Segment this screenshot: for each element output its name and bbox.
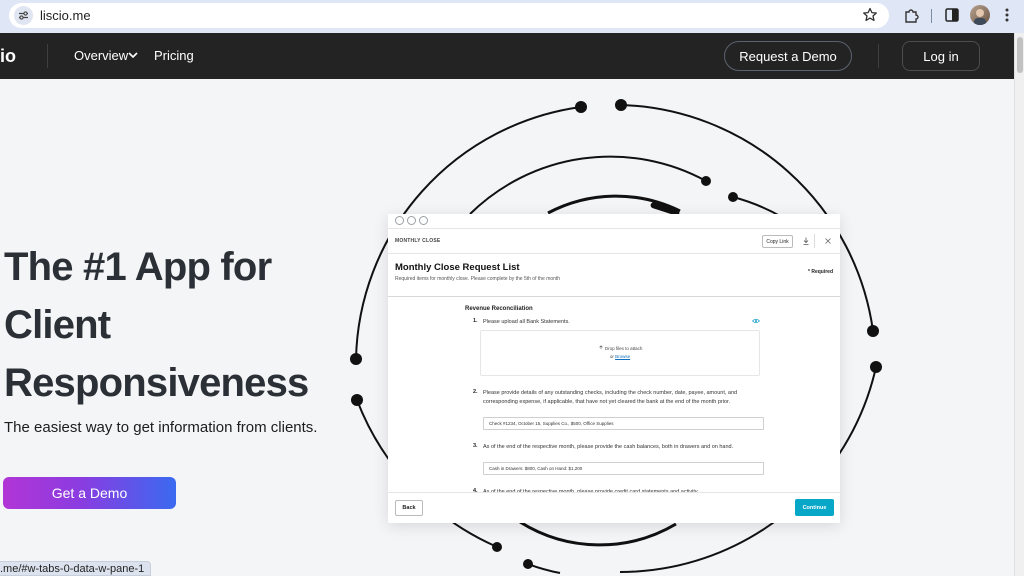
chevron-down-icon[interactable] [128,51,138,59]
hero-title-line: Client [4,303,111,347]
profile-avatar[interactable] [970,5,990,25]
outstanding-checks-field[interactable]: Check #1234, October 15, Supplies Co., $… [483,417,764,430]
hero-title-line: The #1 App for [4,245,272,289]
orbit-ring-inner [519,520,677,547]
browse-link[interactable]: Browse [615,354,630,359]
mockup-footer: Back Continue [388,492,840,523]
orbit-node [870,361,882,373]
mockup-divider [388,253,840,254]
mockup-divider [814,234,815,248]
side-panel-icon[interactable] [943,6,961,24]
site-navbar: io Overview Pricing Request a Demo Log i… [0,33,1014,79]
nav-divider [878,44,879,68]
get-demo-button[interactable]: Get a Demo [3,477,176,509]
browser-toolbar: liscio.me [0,0,1024,33]
copy-link-button[interactable]: Copy Link [762,235,793,248]
url-text[interactable]: liscio.me [40,8,91,23]
question-number: 2. [473,389,478,395]
mockup-divider [388,228,840,229]
request-list-description: Required items for monthly close. Please… [395,276,561,282]
cash-balances-field[interactable]: Cash in Drawers: $800, Cash on Hand: $1,… [483,462,764,475]
question-text: Please upload all Bank Statements. [483,319,570,325]
toolbar-divider [931,9,932,23]
mockup-divider [388,296,840,297]
orbit-node [728,192,738,202]
orbit-node [351,394,363,406]
close-icon[interactable] [823,236,833,246]
eye-icon[interactable] [752,318,760,324]
orbit-node [575,101,587,113]
login-button[interactable]: Log in [902,41,980,71]
dropzone-or: or [609,354,614,359]
download-icon[interactable] [801,236,811,246]
nav-divider [47,44,48,68]
orbit-node [701,176,711,186]
page-scrollbar[interactable] [1014,33,1024,576]
orbit-node [867,325,879,337]
orbit-node [350,353,362,365]
menu-kebab-icon[interactable] [998,6,1016,24]
upload-icon [598,345,603,349]
window-dot-icon [419,216,428,225]
file-dropzone[interactable]: Drop files to attach or Browse [480,330,760,376]
request-list-mockup: MONTHLY CLOSE Copy Link Monthly Close Re… [388,214,840,523]
orbit-node [615,99,627,111]
required-note: * Required [808,269,834,275]
scrollbar-thumb[interactable] [1017,37,1023,73]
window-controls [395,216,428,225]
window-dot-icon [407,216,416,225]
hero-title: The #1 App for Client Responsiveness [4,238,309,412]
mockup-header-label: MONTHLY CLOSE [395,238,441,244]
extensions-icon[interactable] [902,6,920,24]
mockup-divider [388,492,840,493]
site-logo[interactable]: io [0,46,16,67]
nav-pricing[interactable]: Pricing [154,48,194,63]
dropzone-hint: Drop files to attach [481,345,759,351]
back-button[interactable]: Back [395,500,423,516]
dropzone-text: Drop files to attach [604,346,643,351]
hero-title-line: Responsiveness [4,361,309,405]
hero-subtitle: The easiest way to get information from … [4,419,318,436]
request-demo-button[interactable]: Request a Demo [724,41,852,71]
section-heading: Revenue Reconciliation [465,306,533,312]
question-text: As of the end of the respective month, p… [483,444,734,450]
continue-button[interactable]: Continue [795,499,834,516]
question-text: Please provide details of any outstandin… [483,390,738,405]
link-status-bar: .me/#w-tabs-0-data-w-pane-1 [0,561,152,576]
dropzone-browse-line: or Browse [481,354,759,359]
orbit-node [492,542,502,552]
request-list-title: Monthly Close Request List [395,262,520,273]
bookmark-star-icon[interactable] [861,6,879,24]
nav-overview[interactable]: Overview [74,48,128,63]
question-number: 1. [473,318,478,324]
site-settings-icon[interactable] [14,6,33,25]
address-bar[interactable]: liscio.me [9,3,889,28]
question-number: 3. [473,443,478,449]
orbit-node [523,559,533,569]
window-dot-icon [395,216,404,225]
